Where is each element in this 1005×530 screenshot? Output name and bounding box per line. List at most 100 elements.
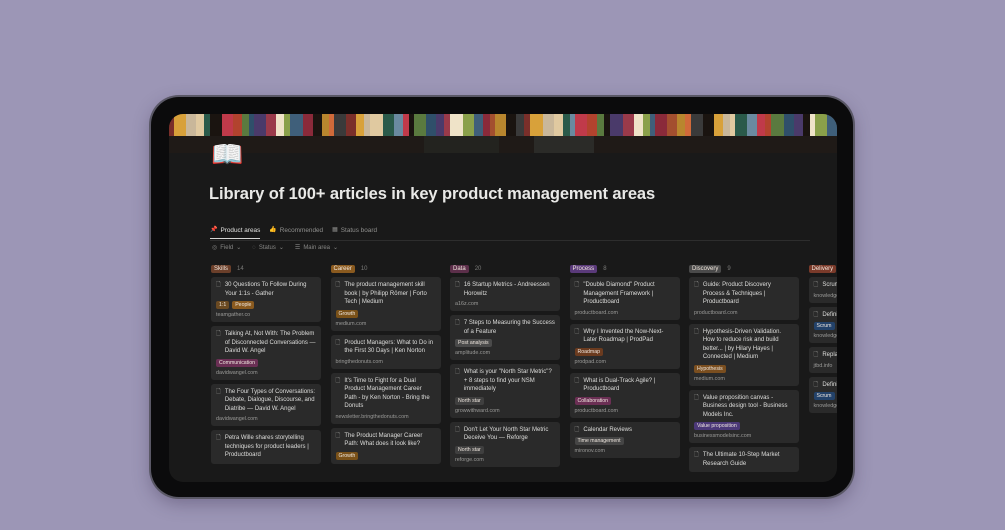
article-card[interactable]: 🗋 "Double Diamond" Product Management Fra… bbox=[569, 277, 680, 320]
column-tag: Discovery bbox=[689, 265, 722, 273]
card-source-url: mironov.com bbox=[574, 448, 605, 454]
circle-icon: ◎ bbox=[212, 245, 218, 251]
column-header[interactable]: Process 8 bbox=[569, 264, 680, 274]
article-card[interactable]: 🗋 Hypothesis-Driven Validation. How to re… bbox=[689, 323, 799, 386]
card-source-url: growwithward.com bbox=[455, 407, 500, 414]
article-card[interactable]: 🗋 Talking At, Not With: The Problem of Di… bbox=[211, 326, 321, 380]
page-icon: 🗋 bbox=[455, 282, 460, 288]
column-header[interactable]: Career 10 bbox=[330, 264, 441, 274]
property-tag: North star bbox=[455, 396, 484, 405]
article-card[interactable]: 🗋 Don't Let Your North Star Metric Deceiv… bbox=[450, 421, 560, 467]
card-title: Definit Everyt Examp bbox=[822, 381, 837, 388]
article-card[interactable]: 🗋Definit Steps Scrum knowledget bbox=[808, 306, 838, 343]
property-tag: North star bbox=[455, 445, 484, 454]
column-count: 14 bbox=[237, 266, 244, 272]
filter-main-area[interactable]: ☰ Main area ⌄ bbox=[295, 245, 338, 251]
article-card[interactable]: 🗋 It's Time to Fight for a Dual Product M… bbox=[330, 372, 441, 424]
article-card[interactable]: 🗋 30 Questions To Follow During Your 1:1s… bbox=[211, 277, 321, 322]
card-source-url: knowledget bbox=[813, 403, 838, 409]
article-card[interactable]: 🗋Scrum [Every knowledget bbox=[808, 277, 838, 303]
chevron-down-icon: ⌄ bbox=[236, 245, 242, 251]
article-card[interactable]: 🗋 The product management skill book | by … bbox=[330, 277, 441, 331]
card-source-url: davidwangel.com bbox=[216, 369, 258, 376]
page-icon: 🗋 bbox=[216, 282, 221, 288]
column-header[interactable]: Delivery bbox=[808, 264, 838, 274]
tab-recommended[interactable]: 👍 Recommended bbox=[269, 224, 323, 238]
board-column-career: Career 10 🗋 The product management skill bo… bbox=[330, 264, 441, 468]
article-card[interactable]: 🗋 Calendar Reviews Time management mironov.… bbox=[569, 421, 680, 458]
column-tag: Data bbox=[450, 265, 469, 273]
article-card[interactable]: 🗋 16 Startup Metrics - Andreessen Horowit… bbox=[450, 277, 560, 311]
tab-product-areas[interactable]: 📌 Product areas bbox=[210, 224, 261, 239]
property-tag: 1:1 bbox=[216, 301, 230, 309]
column-header[interactable]: Discovery 9 bbox=[689, 264, 799, 274]
property-tag: Growth bbox=[335, 451, 359, 460]
column-header[interactable]: Data 20 bbox=[450, 264, 560, 274]
tab-divider bbox=[210, 240, 810, 241]
column-count: 9 bbox=[727, 266, 731, 272]
filter-status[interactable]: ◌ Status ⌄ bbox=[252, 245, 284, 251]
column-header[interactable]: Skills 14 bbox=[211, 264, 321, 274]
list-icon: ☰ bbox=[294, 245, 301, 251]
page-icon: 🗋 bbox=[574, 426, 580, 433]
column-tag: Career bbox=[330, 265, 355, 273]
article-card[interactable]: 🗋 Value proposition canvas - Business des… bbox=[689, 389, 799, 443]
chevron-down-icon: ⌄ bbox=[278, 245, 284, 251]
article-card[interactable]: 🗋Definit Everyt Examp Scrum knowledget bbox=[808, 376, 838, 413]
card-source-url: teamgather.co bbox=[216, 312, 251, 318]
board-column-skills: Skills 14 🗋 30 Questions To Follow During Y… bbox=[211, 264, 321, 468]
article-card[interactable]: 🗋 The Four Types of Conversations: Debate… bbox=[211, 383, 321, 426]
filter-bar: ◎ Field ⌄ ◌ Status ⌄ ☰ Main area ⌄ bbox=[212, 245, 338, 251]
card-source-url: knowledget bbox=[813, 292, 838, 299]
page-icon: 🗋 bbox=[813, 282, 819, 288]
article-card[interactable]: 🗋 Guide: Product Discovery Process & Tech… bbox=[689, 277, 799, 320]
card-source-url: medium.com bbox=[694, 375, 725, 382]
card-title: What is your "North Star Metric"? + 8 st… bbox=[463, 369, 552, 392]
card-source-url: knowledget bbox=[813, 333, 838, 339]
article-card[interactable]: 🗋 What is Dual-Track Agile? | Productboar… bbox=[569, 372, 680, 418]
tab-status-board[interactable]: ▦ Status board bbox=[332, 224, 377, 238]
page-icon: 🗋 bbox=[813, 311, 819, 318]
property-tag: Growth bbox=[335, 309, 359, 318]
property-tag: Scrum bbox=[813, 322, 835, 330]
filter-field[interactable]: ◎ Field ⌄ bbox=[212, 245, 241, 251]
article-card[interactable]: 🗋 Why I Invented the Now-Next-Later Roadm… bbox=[569, 323, 680, 369]
open-book-icon[interactable]: 📖 bbox=[211, 139, 243, 169]
article-card[interactable]: 🗋 What is your "North Star Metric"? + 8 s… bbox=[450, 364, 560, 418]
page-icon: 🗋 bbox=[813, 381, 819, 388]
board-column-data: Data 20 🗋 16 Startup Metrics - Andreessen H… bbox=[450, 264, 560, 471]
page-icon: 🗋 bbox=[455, 369, 460, 375]
card-title: Product Managers: What to Do in the Firs… bbox=[344, 339, 434, 355]
article-card[interactable]: 🗋 7 Steps to Measuring the Success of a F… bbox=[450, 315, 560, 360]
pin-icon: 📌 bbox=[210, 227, 218, 233]
page-icon: 🗋 bbox=[455, 320, 460, 326]
card-title: Hypothesis-Driven Validation. How to red… bbox=[702, 328, 782, 361]
board-icon: ▦ bbox=[332, 227, 338, 233]
page-icon: 🗋 bbox=[694, 328, 699, 335]
column-count: 10 bbox=[360, 266, 368, 272]
article-card[interactable]: 🗋 Product Managers: What to Do in the Fir… bbox=[330, 334, 441, 369]
page-icon: 🗋 bbox=[574, 328, 580, 335]
page-icon: 🗋 bbox=[694, 452, 699, 458]
page-icon: 🗋 bbox=[574, 282, 580, 288]
page-title: Library of 100+ articles in key product … bbox=[209, 185, 656, 203]
article-card[interactable]: 🗋 The Product Manager Career Path: What d… bbox=[330, 427, 441, 464]
card-title: Why I Invented the Now-Next-Later Roadma… bbox=[583, 328, 664, 344]
filter-label: Field bbox=[220, 245, 234, 251]
filter-label: Status bbox=[258, 245, 276, 251]
card-title: The Product Manager Career Path: What do… bbox=[344, 432, 423, 448]
card-title: 16 Startup Metrics - Andreessen Horowitz bbox=[463, 282, 550, 297]
property-tag: Collaboration bbox=[574, 396, 612, 405]
article-card[interactable]: 🗋 The Ultimate 10-Step Market Research Gu… bbox=[689, 447, 799, 472]
card-title: Scrum [Every bbox=[822, 282, 837, 288]
page-icon: 🗋 bbox=[335, 282, 341, 288]
page-icon: 🗋 bbox=[335, 339, 341, 346]
page-icon: 🗋 bbox=[216, 388, 221, 395]
article-card[interactable]: 🗋 Petra Wille shares storytelling techniq… bbox=[211, 430, 321, 464]
page-icon: 🗋 bbox=[694, 394, 699, 401]
column-tag: Delivery bbox=[808, 265, 837, 273]
column-count: 20 bbox=[474, 266, 482, 272]
card-source-url: medium.com bbox=[335, 320, 367, 327]
article-card[interactable]: 🗋Replac The Jo | Jobs jtbd.info bbox=[808, 347, 837, 373]
card-source-url: productboard.com bbox=[574, 309, 618, 316]
